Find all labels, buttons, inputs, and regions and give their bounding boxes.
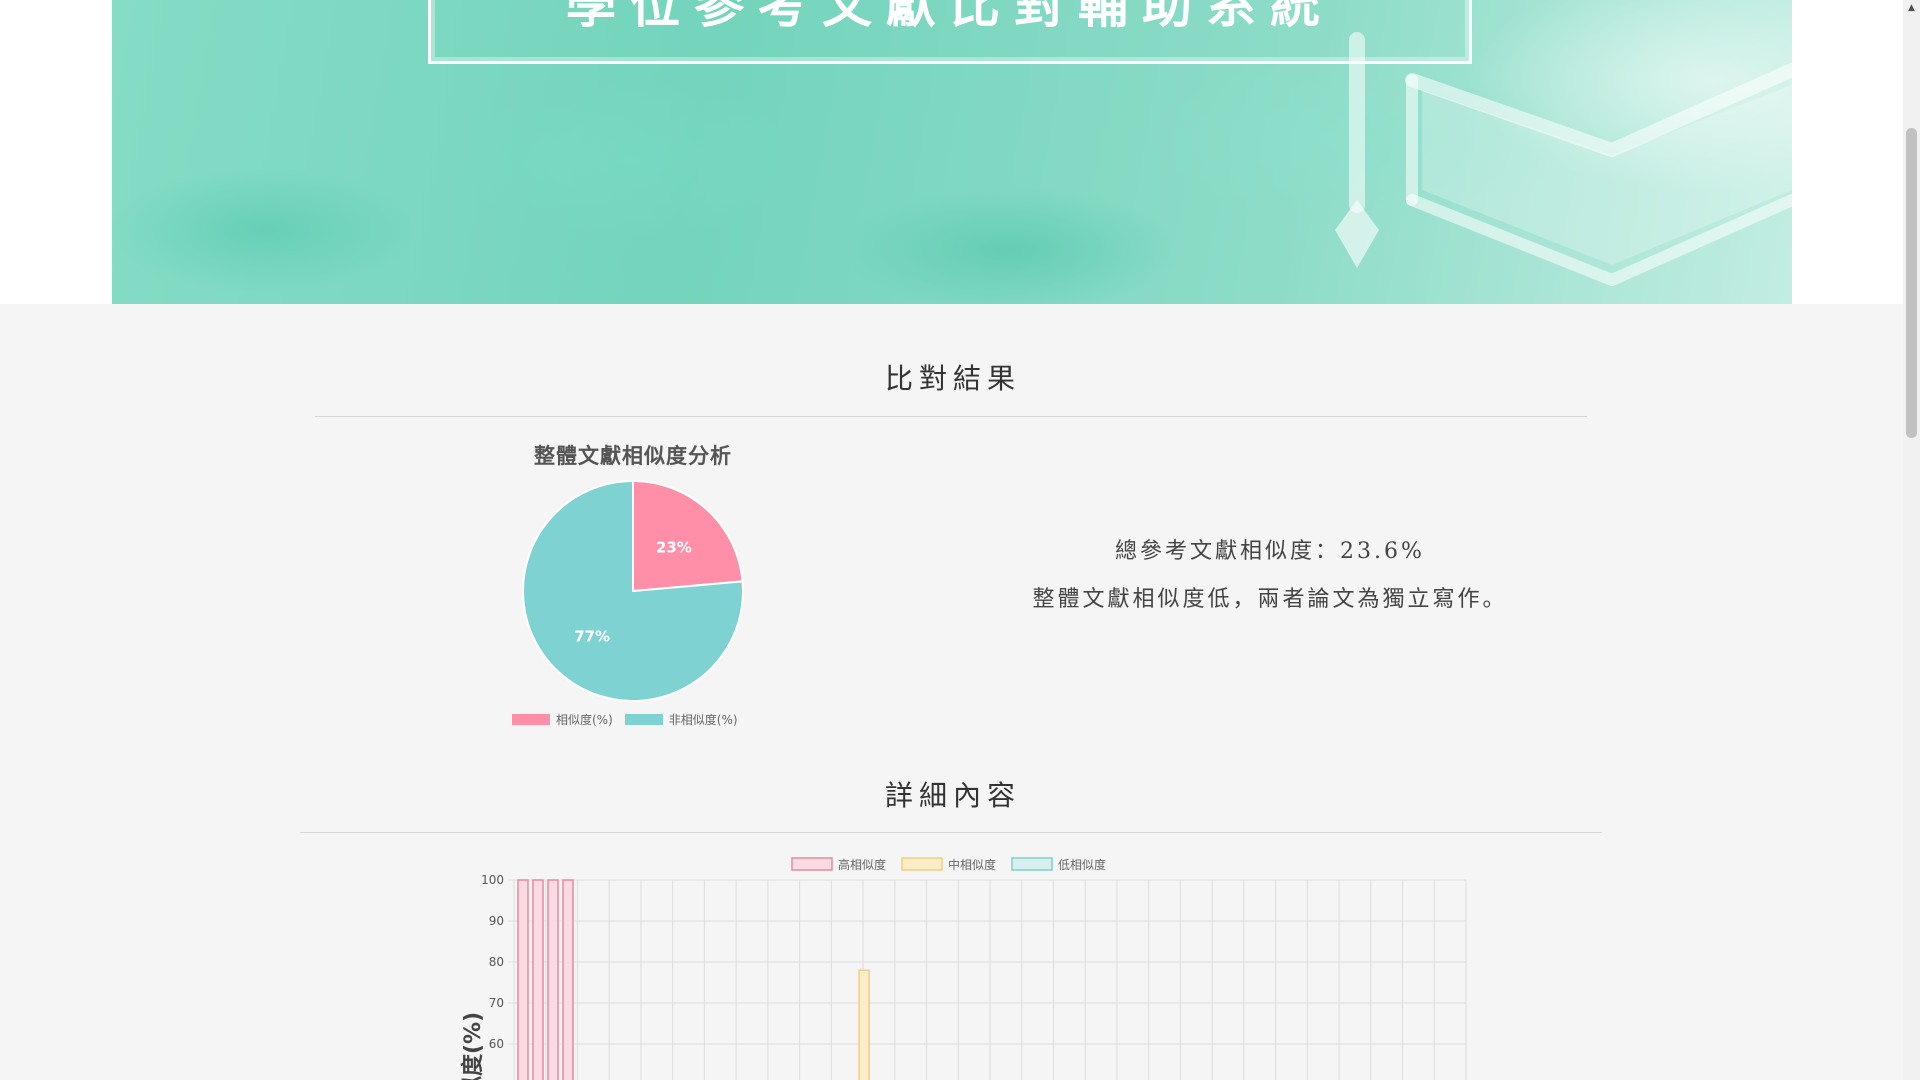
scroll-up-arrow-icon[interactable]: ▲ [1903, 0, 1920, 17]
bar-y-tick-label: 70 [489, 996, 504, 1010]
bar-legend-swatch-2[interactable] [1011, 857, 1053, 871]
similarity-pie-chart: 23% 77% [522, 479, 744, 702]
similarity-conclusion-text: 整體文獻相似度低，兩者論文為獨立寫作。 [1032, 587, 1508, 612]
details-divider [300, 832, 1602, 833]
pie-data-label: 23% [656, 538, 692, 556]
legend-label-non-similarity: 非相似度(%) [668, 712, 738, 727]
header-band: 學位參考文獻比對輔助系統 [0, 0, 1920, 304]
results-divider [315, 416, 1587, 417]
bar-legend-label-1: 中相似度 [948, 857, 996, 872]
bar-mark[interactable] [532, 879, 544, 1080]
pie-slice-similarity[interactable] [632, 479, 744, 593]
pie-chart-legend: 相似度(%) 非相似度(%) [512, 710, 738, 728]
bar-legend-swatch-0[interactable] [791, 857, 833, 871]
bar-mark[interactable] [547, 879, 559, 1080]
total-similarity-text: 總參考文獻相似度：23.6% [1115, 539, 1425, 564]
legend-swatch-non-similarity [624, 713, 663, 725]
legend-item-non-similarity[interactable]: 非相似度(%) [624, 711, 738, 728]
pie-chart-title: 整體文獻相似度分析 [534, 444, 732, 468]
bar-y-tick-label: 100 [481, 873, 504, 887]
bar-y-tick-label: 60 [489, 1037, 504, 1051]
results-section-title: 比對結果 [884, 362, 1021, 395]
details-bar-chart: 高相似度 中相似度 低相似度 100 90 80 70 60 相似度(%) [460, 857, 1467, 1080]
bar-legend-swatch-1[interactable] [901, 857, 943, 871]
bar-chart-y-axis-label: 相似度(%) [460, 1012, 486, 1080]
pie-data-label: 77% [574, 628, 610, 646]
page-scrollbar[interactable]: ▲ [1903, 0, 1920, 1080]
details-section-title: 詳細內容 [884, 779, 1021, 812]
bar-legend-label-2: 低相似度 [1058, 857, 1106, 872]
scrollbar-thumb[interactable] [1906, 128, 1917, 438]
legend-label-similarity: 相似度(%) [556, 712, 613, 727]
bar-y-tick-label: 80 [489, 955, 504, 969]
site-title: 學位參考文獻比對輔助系統 [566, 0, 1334, 34]
bar-mark[interactable] [858, 969, 870, 1080]
bar-y-tick-label: 90 [489, 914, 504, 928]
header-banner: 學位參考文獻比對輔助系統 [112, 0, 1792, 304]
bar-mark[interactable] [517, 879, 529, 1080]
bar-legend-label-0: 高相似度 [838, 857, 886, 872]
bar-mark[interactable] [562, 879, 574, 1080]
title-frame: 學位參考文獻比對輔助系統 [428, 0, 1472, 64]
similarity-summary: 總參考文獻相似度：23.6% 整體文獻相似度低，兩者論文為獨立寫作。 [960, 528, 1580, 624]
legend-item-similarity[interactable]: 相似度(%) [512, 711, 613, 728]
legend-swatch-similarity [512, 713, 550, 725]
